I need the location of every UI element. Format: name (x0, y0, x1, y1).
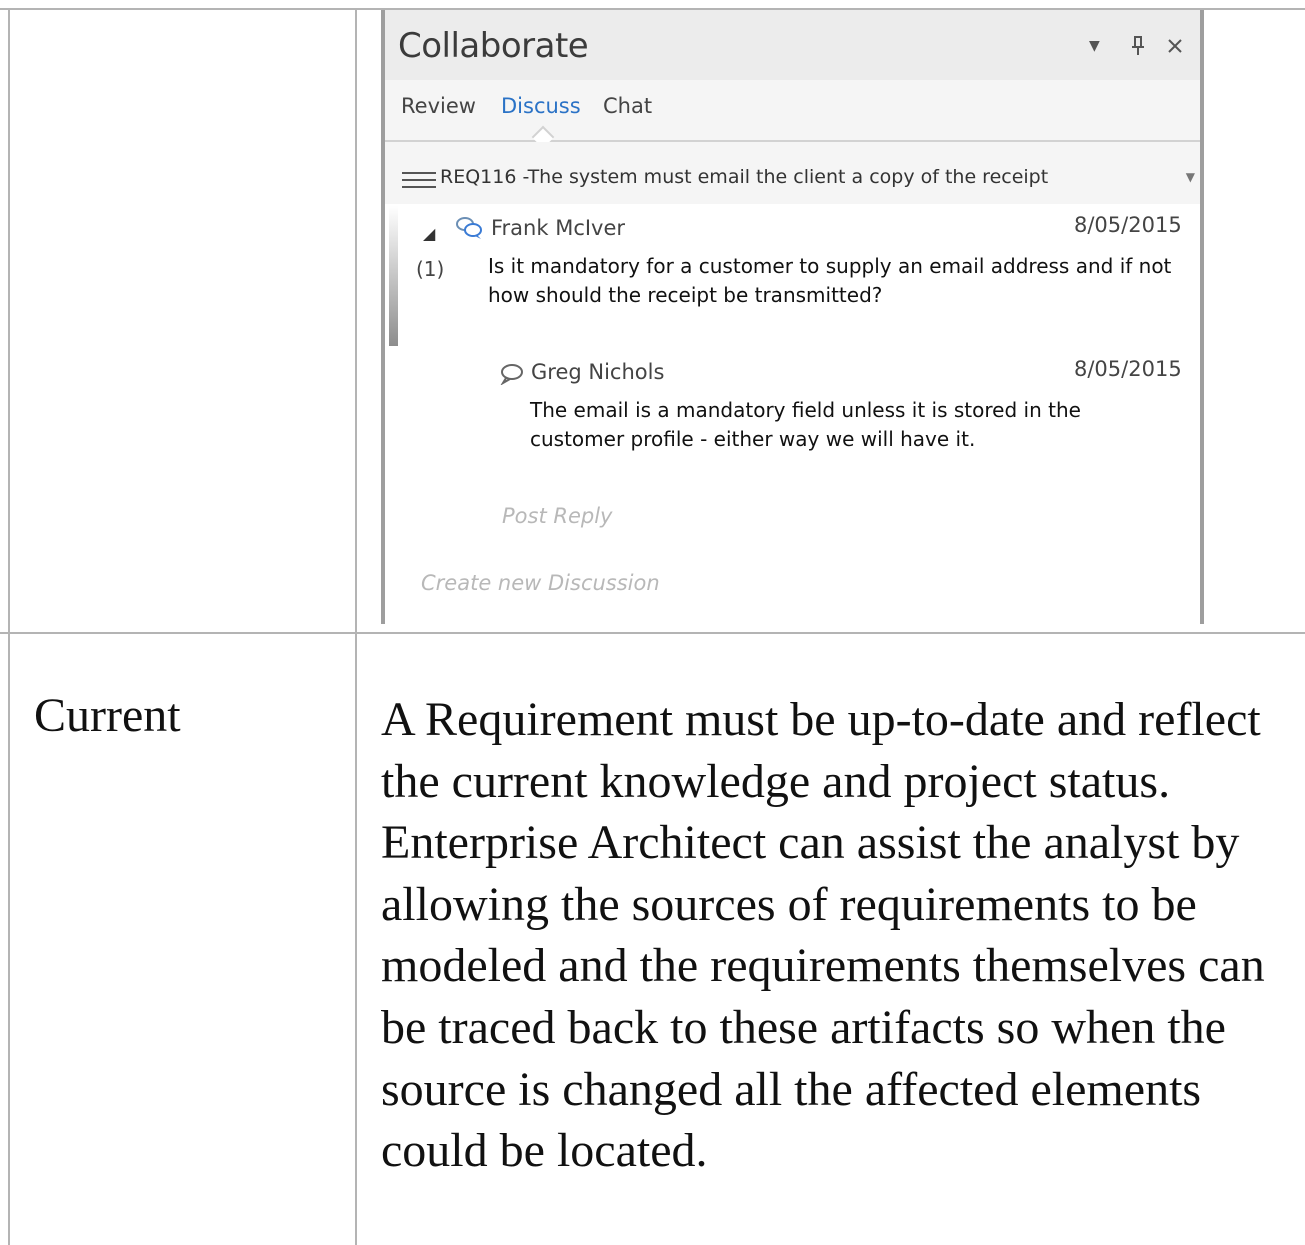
table-column-divider (355, 8, 357, 1245)
chevron-down-icon[interactable]: ▼ (1089, 38, 1100, 54)
row-label: Current (34, 689, 181, 742)
reply-message: The email is a mandatory field unless it… (530, 398, 1081, 451)
discussion-message: Is it mandatory for a customer to supply… (488, 254, 1172, 307)
reply-icon (500, 364, 523, 385)
dropdown-arrow-icon[interactable]: ▼ (1186, 170, 1195, 184)
panel-header: Collaborate ▼ (385, 10, 1200, 80)
panel-title: Collaborate (398, 26, 589, 66)
close-icon[interactable] (1167, 38, 1183, 54)
reply-author: Greg Nichols (531, 360, 665, 384)
post-reply-link[interactable]: Post Reply (502, 504, 612, 528)
row-description: A Requirement must be up-to-date and ref… (381, 693, 1265, 1178)
create-discussion-link[interactable]: Create new Discussion (421, 571, 660, 595)
reply-count: (1) (416, 257, 445, 281)
thread-indicator-bar (389, 206, 398, 346)
discussion-author: Frank McIver (491, 216, 626, 240)
discussion-icon (456, 217, 482, 239)
tab-discuss[interactable]: Discuss (501, 94, 581, 118)
selected-item-label: REQ116 -The system must email the client… (440, 166, 1049, 188)
collaborate-panel: Collaborate ▼ Review Discuss Chat REQ116… (381, 10, 1204, 624)
item-selector[interactable]: REQ116 -The system must email the client… (385, 142, 1200, 204)
tab-chat[interactable]: Chat (603, 94, 652, 118)
menu-icon[interactable] (402, 172, 436, 193)
table-left-border (8, 8, 10, 1245)
discussion-date: 8/05/2015 (1074, 213, 1182, 237)
tab-bar: Review Discuss Chat (385, 80, 1200, 149)
table-row-divider (0, 632, 1305, 634)
pin-icon[interactable] (1131, 36, 1145, 56)
reply-date: 8/05/2015 (1074, 357, 1182, 381)
tab-review[interactable]: Review (401, 94, 476, 118)
collapse-triangle-icon[interactable]: ◢ (423, 224, 435, 243)
